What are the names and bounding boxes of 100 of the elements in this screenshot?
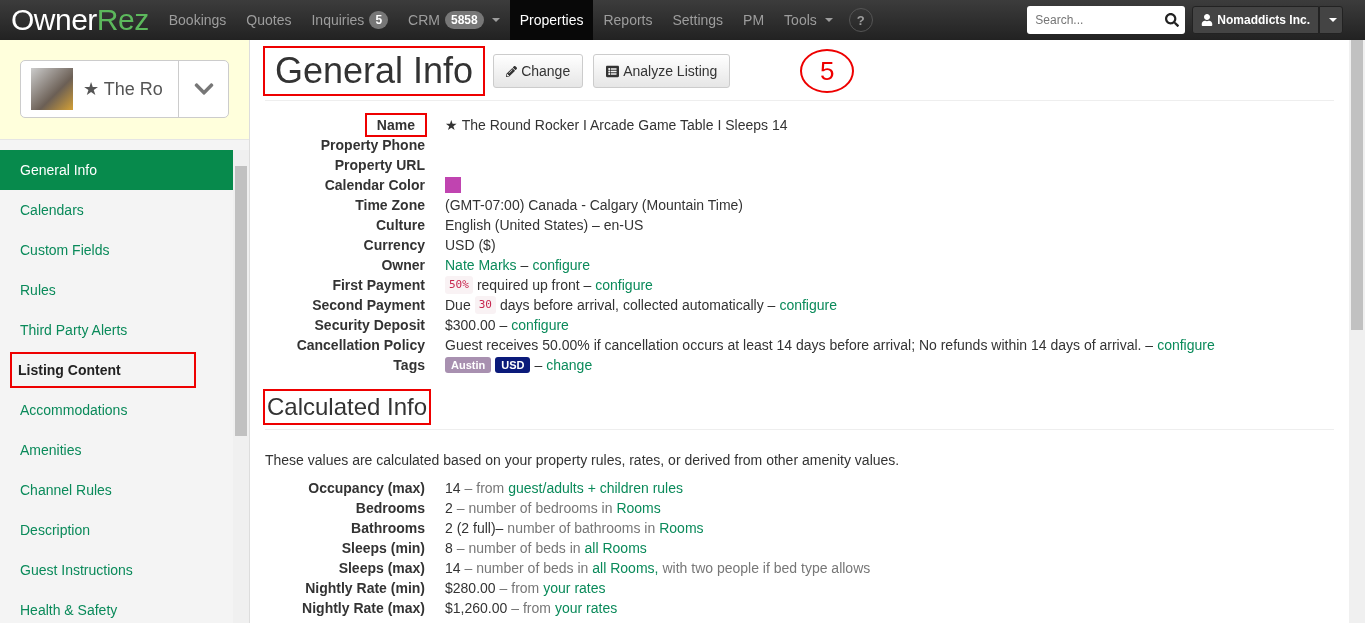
link[interactable]: Rooms	[616, 498, 661, 518]
value-text: USD ($)	[445, 236, 496, 255]
value-text: required up front –	[476, 276, 592, 295]
nav-item[interactable]: Inquiries 5	[301, 0, 399, 40]
field-label: Nightly Rate (min)	[305, 579, 425, 598]
sidebar-item[interactable]: Description	[0, 510, 233, 550]
sidebar-item[interactable]: Accommodations	[0, 390, 233, 430]
field-label: Calendar Color	[324, 176, 425, 195]
note-text: – number of bedrooms in	[456, 499, 613, 518]
nav-item[interactable]: PM	[733, 0, 775, 40]
field-label: Bathrooms	[351, 519, 425, 538]
value-text: (GMT-07:00) Canada - Calgary (Mountain Time)	[445, 196, 743, 215]
field-label: Occupancy (max)	[308, 479, 425, 498]
link[interactable]: configure	[532, 255, 590, 275]
field-label: Property Phone	[320, 136, 425, 155]
nav-item[interactable]: Settings	[662, 0, 734, 40]
search-icon	[1165, 13, 1180, 27]
section-title: Calculated Info	[265, 391, 430, 423]
note-text: – from	[464, 479, 505, 498]
scrollbar[interactable]	[233, 150, 249, 623]
property-selector[interactable]: ★ The Ro	[20, 60, 229, 118]
field-label: Cancellation Policy	[296, 336, 425, 355]
tag-label: Austin	[445, 357, 492, 373]
list-icon	[606, 64, 620, 78]
value-text: 2 (2 full)–	[445, 519, 504, 538]
page-title: General Info	[265, 48, 484, 94]
note-text: with two people if bed type allows	[662, 559, 871, 578]
nav-item[interactable]: Properties	[509, 0, 594, 40]
sidebar-item[interactable]: Calendars	[0, 190, 233, 230]
sidebar-item[interactable]: Listing Content	[8, 350, 198, 390]
pencil-icon	[506, 65, 518, 77]
logo[interactable]: OwnerRez	[11, 3, 149, 37]
value-text: $300.00 –	[445, 316, 508, 335]
intro-text: These values are calculated based on your property rules, rates, or derived from other amenity values.	[265, 452, 901, 468]
user-menu-button[interactable]	[1319, 6, 1343, 34]
field-label: Second Payment	[312, 296, 425, 315]
sidebar-item[interactable]: Custom Fields	[0, 230, 233, 270]
field-label: Property URL	[334, 156, 425, 175]
value-text: –	[520, 256, 529, 275]
link[interactable]: guest/adults + children rules	[508, 478, 683, 498]
field-label: Bedrooms	[355, 499, 425, 518]
link[interactable]: change	[546, 355, 593, 375]
link[interactable]: configure	[1157, 335, 1215, 355]
user-icon	[1201, 14, 1214, 26]
nav-item[interactable]: Reports	[593, 0, 663, 40]
value-text: 8	[445, 539, 453, 558]
field-label: Owner	[381, 256, 425, 275]
link[interactable]: all Rooms,	[592, 558, 659, 578]
link[interactable]: all Rooms	[584, 538, 647, 558]
nav-item[interactable]: Tools	[774, 0, 843, 40]
note-text: – from	[499, 579, 540, 598]
number-code: 30	[474, 296, 496, 314]
sidebar-item[interactable]: Channel Rules	[0, 470, 233, 510]
sidebar-item[interactable]: General Info	[0, 150, 233, 190]
link[interactable]: Nate Marks	[445, 255, 517, 275]
note-text: number of bathrooms in	[507, 519, 656, 538]
link[interactable]: configure	[779, 295, 837, 315]
value-text: 2	[445, 499, 453, 518]
link[interactable]: configure	[595, 275, 653, 295]
search-field[interactable]: Search...	[1027, 6, 1186, 34]
value-text: $1,260.00	[445, 599, 508, 618]
value-text: –	[534, 356, 543, 375]
step-number: 5	[800, 49, 855, 93]
user-button[interactable]: Nomaddicts Inc.	[1192, 6, 1319, 34]
sidebar-item[interactable]: Guest Instructions	[0, 550, 233, 590]
nav-item[interactable]: Bookings	[158, 0, 237, 40]
value-text: English (United States) – en-US	[445, 216, 644, 235]
sidebar-item[interactable]: Health & Safety	[0, 590, 233, 623]
link[interactable]: configure	[511, 315, 569, 335]
scrollbar[interactable]	[1349, 40, 1365, 623]
property-name: ★ The Ro	[83, 78, 163, 100]
field-label: Sleeps (min)	[341, 539, 425, 558]
value-text: 14	[445, 559, 461, 578]
sidebar-item[interactable]: Third Party Alerts	[0, 310, 233, 350]
note-text: – number of beds in	[456, 539, 581, 558]
value-text: Guest receives 50.00% if cancellation occurs at least 14 days before arrival; No refunds within 14 days of arrival. –	[445, 336, 1154, 355]
field-label: Name	[366, 115, 425, 135]
nav-item[interactable]: CRM 5858	[398, 0, 510, 40]
field-label: Sleeps (max)	[338, 559, 425, 578]
note-text: – number of beds in	[464, 559, 589, 578]
field-label: Currency	[363, 236, 425, 255]
photo-placeholder	[31, 68, 73, 110]
analyze-button[interactable]: Analyze Listing	[593, 54, 731, 88]
nav-item[interactable]: Quotes	[236, 0, 302, 40]
field-label: Security Deposit	[314, 316, 425, 335]
change-button[interactable]: Change	[493, 54, 584, 88]
number-code: 50%	[445, 276, 473, 294]
link[interactable]: Rooms	[659, 518, 704, 538]
link[interactable]: your rates	[543, 578, 606, 598]
link[interactable]: your rates	[555, 598, 618, 618]
sidebar-item[interactable]: Amenities	[0, 430, 233, 470]
sidebar-item[interactable]: Rules	[0, 270, 233, 310]
caret-icon	[1328, 18, 1337, 22]
tag-label: USD	[495, 357, 531, 373]
count-badge: 5	[369, 11, 389, 29]
count-badge: 5858	[444, 11, 484, 29]
value-text: $280.00	[445, 579, 496, 598]
note-text: – from	[511, 599, 551, 618]
field-label: Time Zone	[355, 196, 425, 215]
value-text: ★ The Round Rocker I Arcade Game Table I Sleeps 14	[445, 116, 788, 135]
